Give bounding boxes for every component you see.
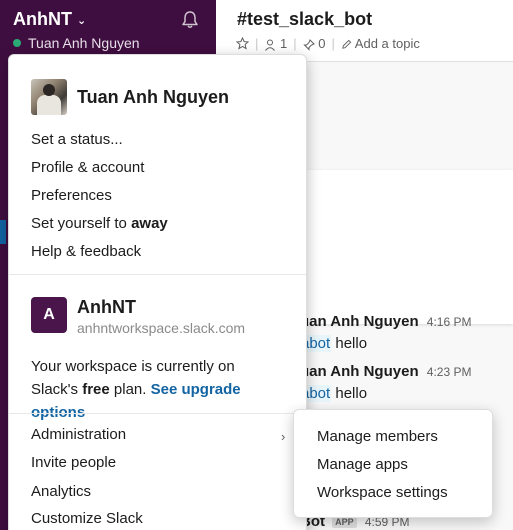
- menu-user-name: Tuan Anh Nguyen: [77, 86, 229, 107]
- plan-line1: Your workspace is currently on: [31, 358, 235, 375]
- meta-separator: |: [331, 36, 335, 51]
- menu-item-administration[interactable]: Administration: [31, 426, 126, 443]
- menu-item-set-status[interactable]: Set a status...: [31, 131, 123, 148]
- chevron-right-icon: ›: [281, 429, 286, 444]
- menu-workspace-header: A AnhNT anhntworkspace.slack.com: [31, 297, 245, 336]
- menu-divider: [9, 413, 306, 414]
- message-row: uan Anh Nguyen 4:23 PM: [300, 363, 471, 380]
- menu-workspace-name: AnhNT: [77, 297, 136, 317]
- current-user[interactable]: Tuan Anh Nguyen: [13, 35, 140, 51]
- menu-item-set-away[interactable]: Set yourself to away: [31, 215, 168, 232]
- administration-submenu: Manage members Manage apps Workspace set…: [293, 409, 493, 518]
- member-count-value: 1: [280, 36, 288, 51]
- meta-separator: |: [255, 36, 259, 51]
- add-topic[interactable]: Add a topic: [341, 36, 420, 51]
- menu-workspace-domain: anhntworkspace.slack.com: [77, 320, 246, 336]
- submenu-item-manage-apps[interactable]: Manage apps: [317, 456, 408, 473]
- menu-item-preferences[interactable]: Preferences: [31, 187, 112, 204]
- menu-item-analytics[interactable]: Analytics: [31, 483, 91, 500]
- menu-item-customize[interactable]: Customize Slack: [31, 510, 143, 527]
- message-text: hello: [335, 335, 368, 352]
- submenu-item-manage-members[interactable]: Manage members: [317, 428, 438, 445]
- message-time[interactable]: 4:16 PM: [427, 315, 472, 329]
- current-user-name: Tuan Anh Nguyen: [28, 35, 140, 51]
- bell-icon[interactable]: [180, 10, 200, 30]
- menu-item-help[interactable]: Help & feedback: [31, 243, 141, 260]
- person-icon: [265, 39, 276, 51]
- message-text: hello: [335, 385, 368, 402]
- submenu-item-workspace-settings[interactable]: Workspace settings: [317, 484, 448, 501]
- avatar: [31, 79, 67, 115]
- pin-icon: [302, 38, 315, 51]
- workspace-menu: Tuan Anh Nguyen Set a status... Profile …: [8, 54, 307, 530]
- channel-header: #test_slack_bot | 1 | 0 | Add a topic: [216, 0, 513, 62]
- message-row: uan Anh Nguyen 4:16 PM: [300, 313, 471, 330]
- pinned-count-value: 0: [318, 36, 326, 51]
- message-body: abot hello: [300, 335, 367, 352]
- channel-title[interactable]: #test_slack_bot: [237, 9, 372, 30]
- workspace-switcher[interactable]: AnhNT ⌄: [13, 9, 86, 30]
- chevron-down-icon: ⌄: [76, 15, 87, 27]
- member-count[interactable]: 1: [264, 36, 287, 51]
- menu-user-header: Tuan Anh Nguyen: [31, 79, 229, 115]
- plan-prefix: Slack's: [31, 381, 83, 398]
- message-body: abot hello: [300, 385, 367, 402]
- plan-name: free: [82, 381, 110, 398]
- menu-item-profile[interactable]: Profile & account: [31, 159, 144, 176]
- sidebar-active-indicator: [0, 220, 6, 244]
- workspace-avatar: A: [31, 297, 67, 333]
- set-away-bold: away: [131, 215, 168, 232]
- menu-divider: [9, 274, 306, 275]
- message-sender[interactable]: uan Anh Nguyen: [300, 313, 419, 330]
- pinned-count[interactable]: 0: [302, 36, 326, 51]
- presence-icon: [13, 39, 21, 47]
- message-card: [300, 170, 513, 324]
- plan-suffix: plan.: [109, 381, 151, 398]
- star-icon[interactable]: [236, 37, 249, 50]
- pencil-icon: [342, 39, 352, 49]
- message-sender[interactable]: uan Anh Nguyen: [300, 363, 419, 380]
- message-time[interactable]: 4:23 PM: [427, 365, 472, 379]
- meta-separator: |: [293, 36, 297, 51]
- set-away-prefix: Set yourself to: [31, 215, 132, 232]
- add-topic-label: Add a topic: [354, 36, 420, 51]
- menu-item-invite[interactable]: Invite people: [31, 454, 116, 471]
- workspace-name: AnhNT: [13, 9, 72, 29]
- channel-meta: | 1 | 0 | Add a topic: [236, 36, 420, 51]
